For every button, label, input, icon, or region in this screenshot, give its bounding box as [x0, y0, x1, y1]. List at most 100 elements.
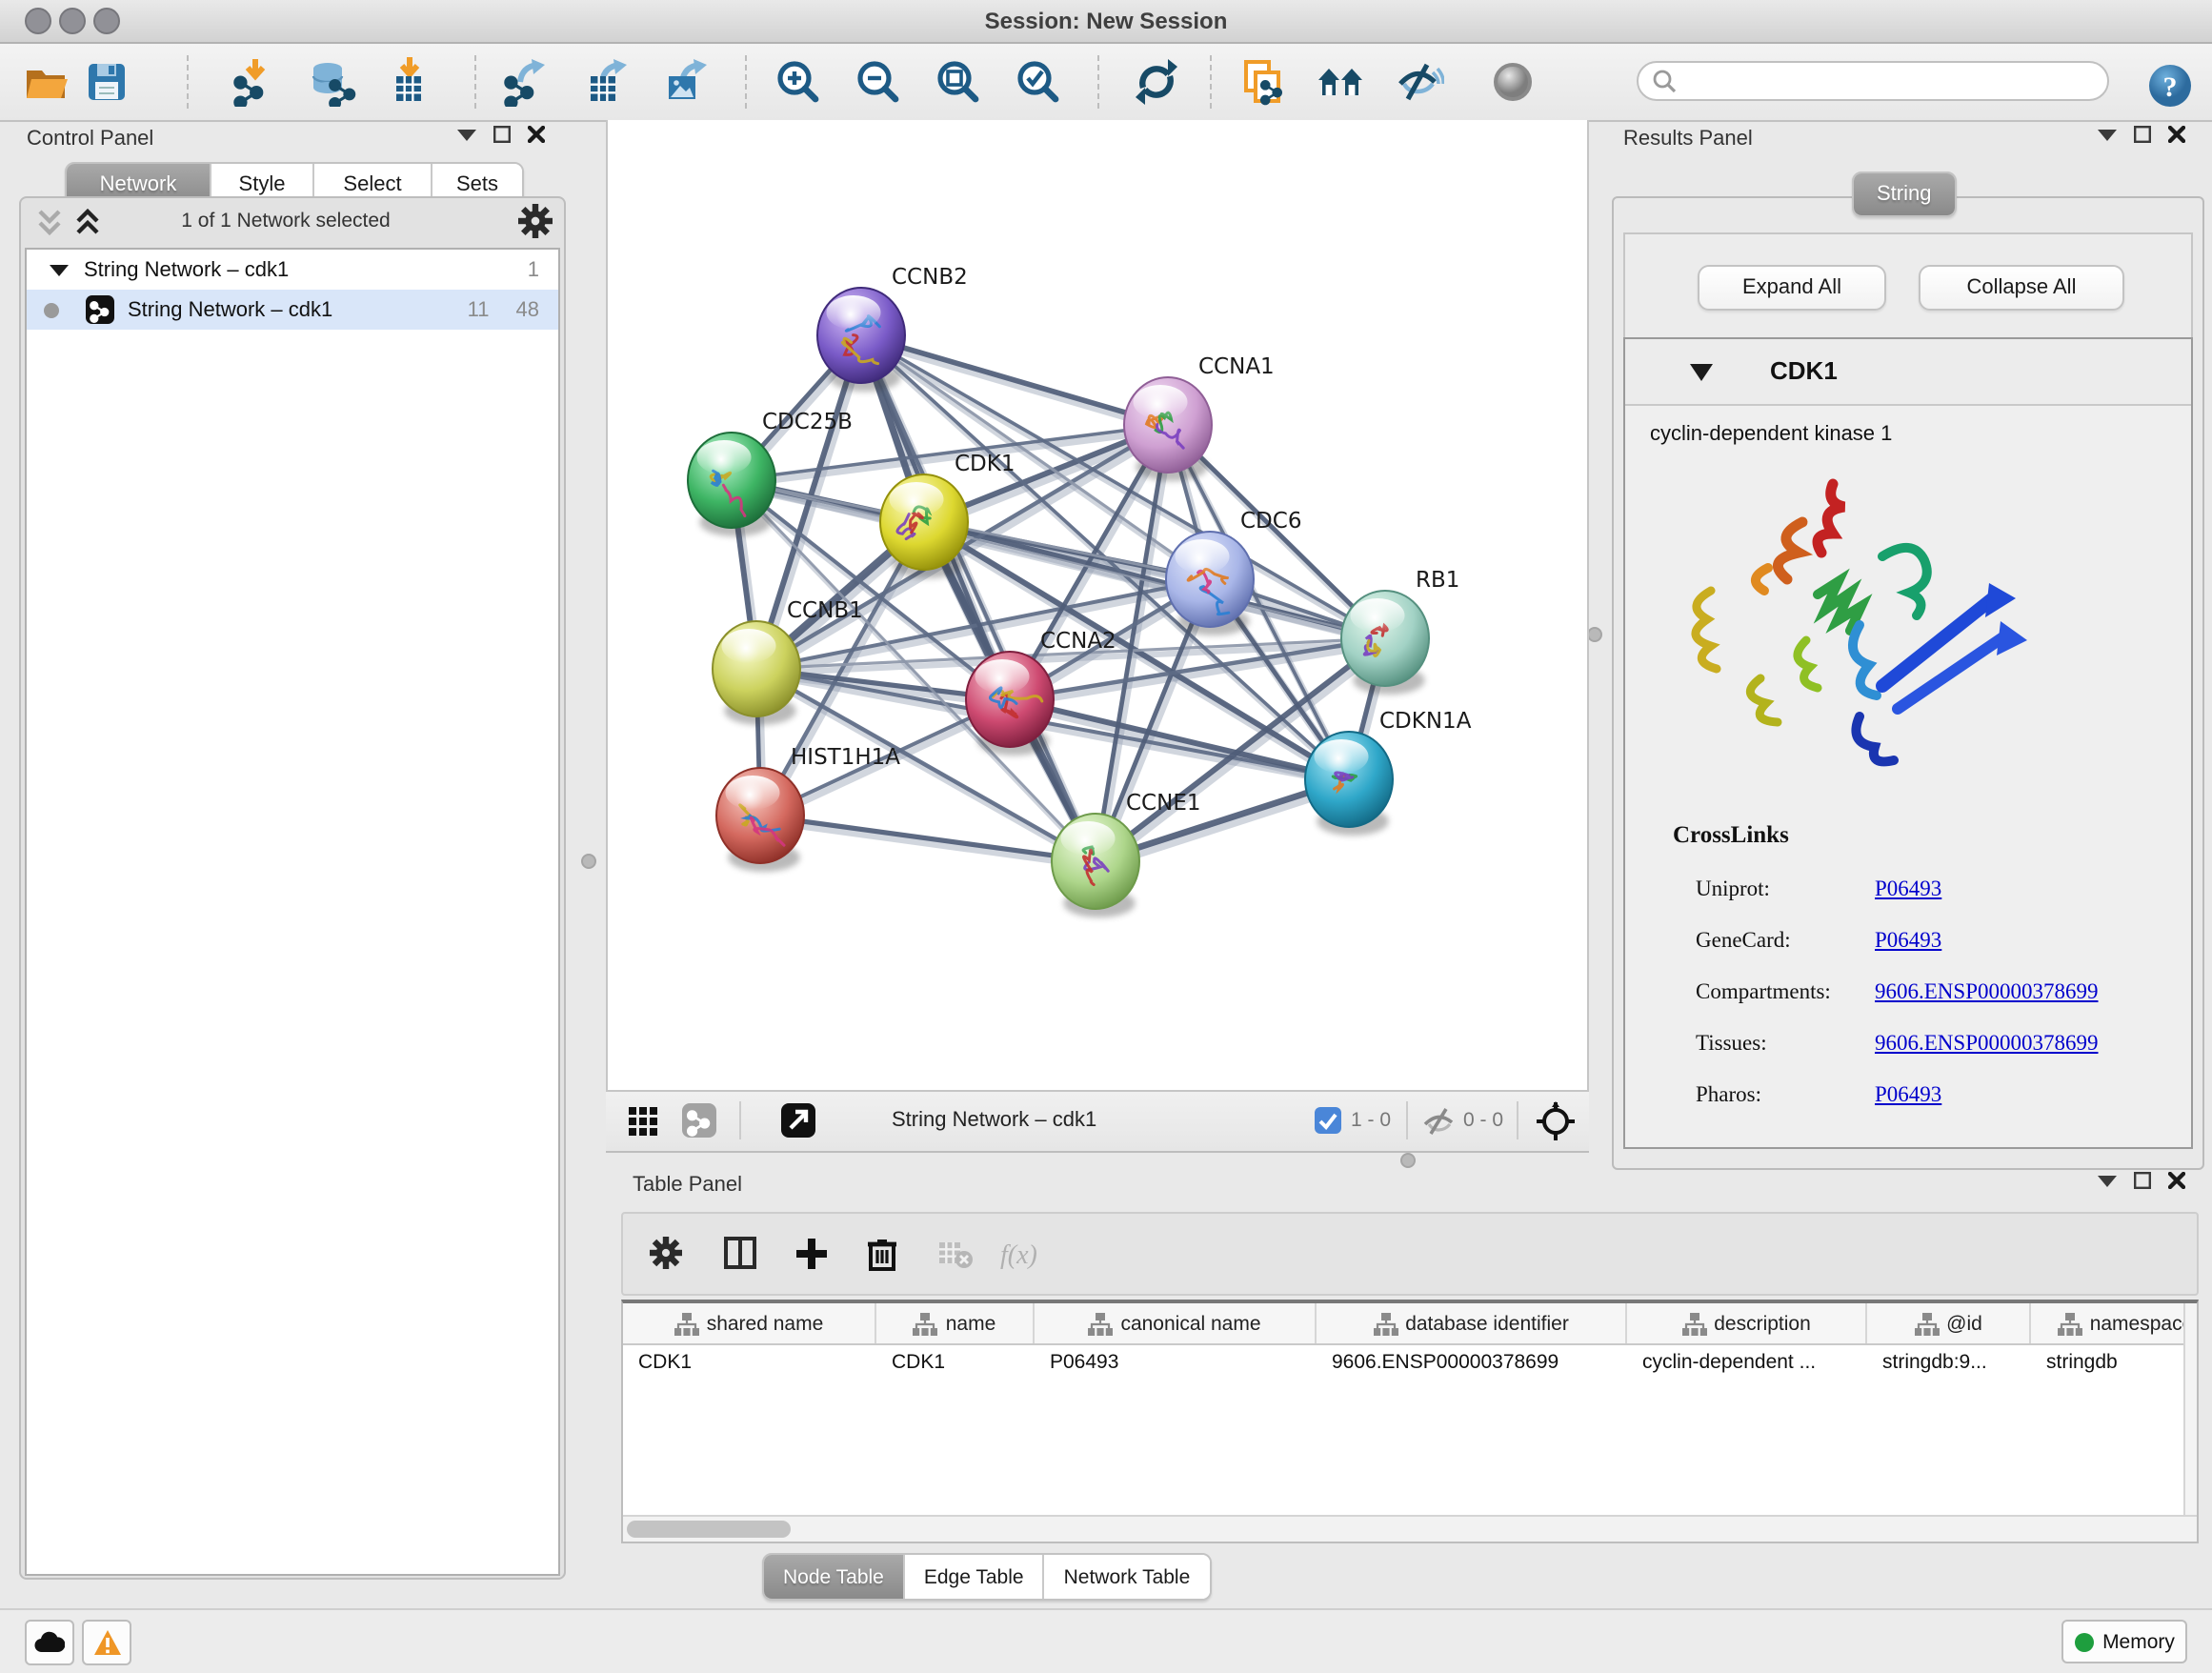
- network-from-selection-icon[interactable]: [1238, 57, 1288, 107]
- table-panel-collapse-icon[interactable]: [2098, 1173, 2117, 1188]
- network-node-ccnb2[interactable]: CCNB2: [817, 265, 968, 392]
- column-header-database-identifier[interactable]: database identifier: [1317, 1303, 1627, 1343]
- show-all-icon[interactable]: [1488, 57, 1538, 107]
- column-header-namespace[interactable]: namespace: [2031, 1303, 2199, 1343]
- table-panel-close-icon[interactable]: [2168, 1172, 2185, 1189]
- network-view-toolbar: String Network – cdk1 1 - 0 0 - 0: [606, 1090, 1589, 1153]
- collapse-triangle-icon: [1690, 364, 1713, 381]
- current-network-dot: [44, 302, 59, 317]
- export-table-icon[interactable]: [580, 57, 630, 107]
- import-table-icon[interactable]: [384, 57, 433, 107]
- table-horizontal-scrollbar[interactable]: [623, 1515, 2197, 1542]
- network-overview-icon[interactable]: [682, 1103, 716, 1138]
- table-panel-title: Table Panel: [633, 1174, 742, 1197]
- expand-triangle-icon[interactable]: [50, 262, 69, 277]
- import-network-icon[interactable]: [231, 57, 280, 107]
- export-image-icon[interactable]: [660, 57, 710, 107]
- table-row[interactable]: CDK1CDK1P064939606.ENSP00000378699cyclin…: [623, 1345, 2197, 1380]
- control-panel-float-icon[interactable]: [493, 126, 511, 143]
- crosslink-value-link[interactable]: P06493: [1875, 1083, 1941, 1106]
- zoom-out-icon[interactable]: [854, 57, 903, 107]
- search-input[interactable]: [1677, 68, 2065, 94]
- apply-layout-icon[interactable]: [1132, 57, 1181, 107]
- left-splitter-handle[interactable]: [581, 854, 596, 869]
- table-type-tabs: Node TableEdge TableNetwork Table: [762, 1553, 1211, 1601]
- node-label: CCNB1: [787, 598, 863, 623]
- grid-view-icon[interactable]: [629, 1107, 657, 1136]
- expand-all-button[interactable]: Expand All: [1698, 265, 1886, 311]
- tab-node-table[interactable]: Node Table: [764, 1555, 905, 1599]
- first-neighbors-icon[interactable]: [1317, 57, 1366, 107]
- hide-selection-icon[interactable]: [1395, 57, 1444, 107]
- crosslink-value-link[interactable]: 9606.ENSP00000378699: [1875, 1032, 2099, 1055]
- tab-edge-table[interactable]: Edge Table: [905, 1555, 1045, 1599]
- results-panel-collapse-icon[interactable]: [2098, 127, 2117, 142]
- network-edge[interactable]: [861, 335, 1096, 861]
- table-cell: CDK1: [623, 1345, 876, 1380]
- network-node-ccnb1[interactable]: CCNB1: [713, 598, 863, 725]
- network-options-gear-icon[interactable]: [518, 204, 553, 238]
- crosslink-label: Uniprot:: [1696, 877, 1875, 900]
- zoom-in-icon[interactable]: [774, 57, 823, 107]
- network-tree-row[interactable]: String Network – cdk1 1: [27, 250, 558, 290]
- zoom-selected-icon[interactable]: [1014, 57, 1063, 107]
- column-header-description[interactable]: description: [1627, 1303, 1867, 1343]
- column-header-@id[interactable]: @id: [1867, 1303, 2031, 1343]
- hidden-counts: 0 - 0: [1463, 1109, 1503, 1132]
- network-list: String Network – cdk1 1 String Network –…: [25, 248, 560, 1576]
- crosslink-value-link[interactable]: P06493: [1875, 877, 1941, 900]
- column-header-canonical-name[interactable]: canonical name: [1035, 1303, 1317, 1343]
- collection-count: 1: [528, 258, 539, 281]
- selected-items-checkbox[interactable]: [1315, 1107, 1341, 1134]
- table-panel-float-icon[interactable]: [2134, 1172, 2151, 1189]
- detach-view-icon[interactable]: [781, 1103, 815, 1138]
- show-columns-icon[interactable]: [724, 1233, 766, 1275]
- crosslink-value-link[interactable]: P06493: [1875, 929, 1941, 952]
- collapse-all-button[interactable]: Collapse All: [1919, 265, 2124, 311]
- network-tree-row[interactable]: String Network – cdk1 11 48: [27, 290, 558, 330]
- network-node-hist1h1a[interactable]: HIST1H1A: [716, 745, 900, 872]
- results-panel-close-icon[interactable]: [2168, 126, 2185, 143]
- center-view-crosshair-icon[interactable]: [1536, 1101, 1576, 1141]
- results-panel-float-icon[interactable]: [2134, 126, 2151, 143]
- table-vertical-scrollbar[interactable]: [2183, 1303, 2197, 1542]
- tab-network-table[interactable]: Network Table: [1045, 1555, 1210, 1599]
- warnings-button[interactable]: [82, 1620, 131, 1665]
- delete-columns-icon[interactable]: [865, 1233, 907, 1275]
- add-column-icon[interactable]: [794, 1233, 836, 1275]
- crosslink-value-link[interactable]: 9606.ENSP00000378699: [1875, 980, 2099, 1003]
- import-network-database-icon[interactable]: [307, 57, 356, 107]
- right-splitter-handle[interactable]: [1587, 627, 1602, 642]
- memory-button[interactable]: Memory: [2061, 1620, 2187, 1663]
- help-button[interactable]: ?: [2145, 61, 2195, 111]
- protein-card-header[interactable]: CDK1: [1625, 339, 2191, 406]
- cloud-status-button[interactable]: [25, 1620, 74, 1665]
- results-panel-tab-string[interactable]: String: [1852, 171, 1957, 217]
- network-collapse-expand-icons[interactable]: [38, 206, 114, 240]
- control-panel-close-icon[interactable]: [528, 126, 545, 143]
- table-settings-icon[interactable]: [650, 1233, 692, 1275]
- save-session-icon[interactable]: [81, 57, 131, 107]
- network-node-ccna1[interactable]: CCNA1: [1124, 354, 1275, 481]
- protein-structure-image: [1669, 457, 2041, 777]
- export-network-icon[interactable]: [500, 57, 550, 107]
- network-node-rb1[interactable]: RB1: [1341, 568, 1459, 695]
- zoom-fit-icon[interactable]: [934, 57, 983, 107]
- column-header-shared-name[interactable]: shared name: [623, 1303, 876, 1343]
- network-canvas[interactable]: CCNB2CCNA1CDC25BCDK1CDC6RB1CCNB1CCNA2CDK…: [606, 120, 1589, 1090]
- crosslink-row: Tissues: 9606.ENSP00000378699: [1696, 1018, 2172, 1069]
- search-field[interactable]: [1637, 61, 2109, 101]
- network-node-cdkn1a[interactable]: CDKN1A: [1305, 709, 1472, 836]
- window-titlebar: Session: New Session: [0, 0, 2212, 44]
- crosslink-label: Compartments:: [1696, 980, 1875, 1003]
- crosslink-label: Tissues:: [1696, 1032, 1875, 1055]
- column-header-name[interactable]: name: [876, 1303, 1035, 1343]
- control-panel-collapse-icon[interactable]: [457, 127, 476, 142]
- open-session-icon[interactable]: [23, 57, 72, 107]
- scrollbar-thumb[interactable]: [627, 1521, 791, 1538]
- bottom-splitter-handle[interactable]: [1400, 1153, 1416, 1168]
- table-cell: P06493: [1035, 1345, 1317, 1380]
- node-table[interactable]: shared namenamecanonical namedatabase id…: [621, 1300, 2199, 1543]
- node-label: CDK1: [955, 452, 1016, 476]
- network-node-cdk1[interactable]: CDK1: [880, 452, 1016, 578]
